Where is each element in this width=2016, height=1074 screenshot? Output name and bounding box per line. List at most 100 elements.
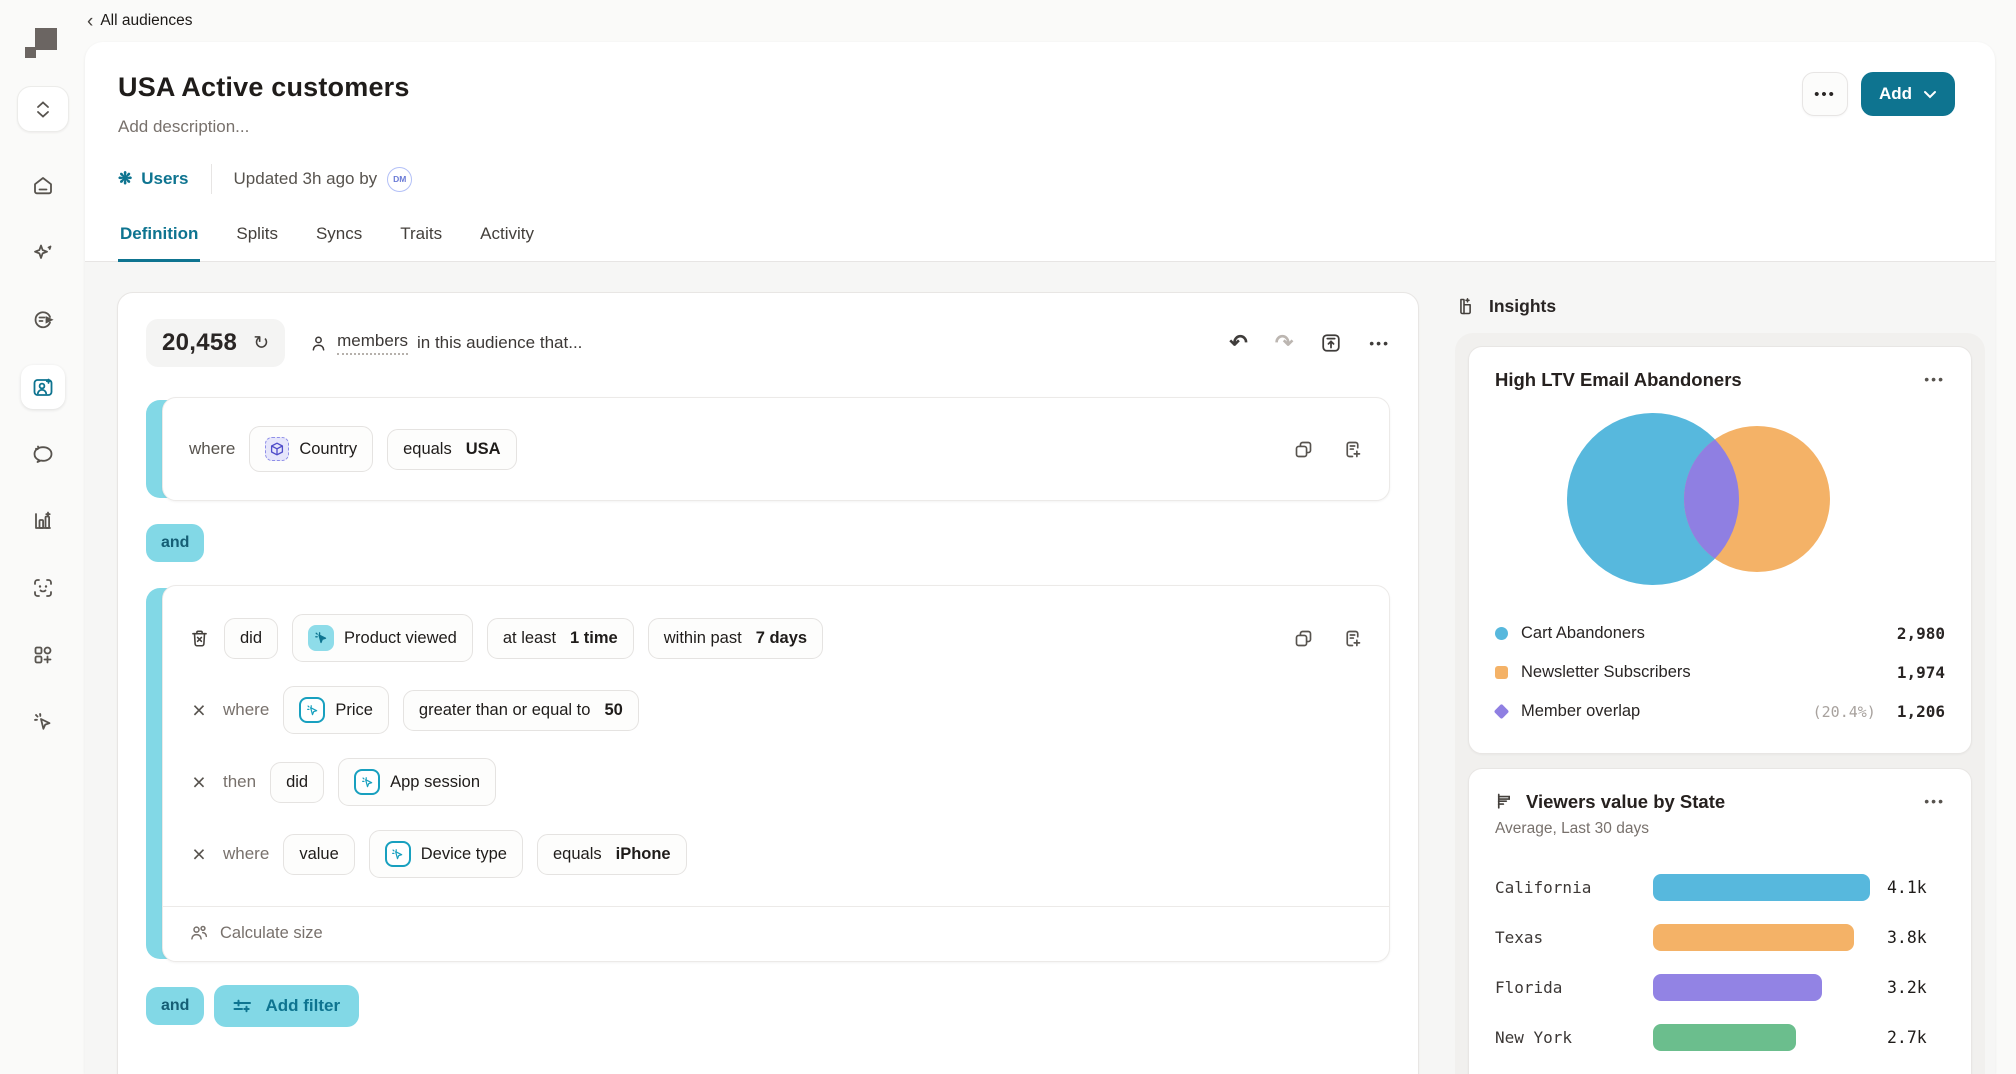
sidebar-item-conversations[interactable] xyxy=(21,432,65,476)
operator-value: iPhone xyxy=(616,845,671,864)
insights-header: Insights xyxy=(1455,292,1985,333)
bar-row: Florida 3.2k xyxy=(1495,974,1945,1001)
tab-splits[interactable]: Splits xyxy=(234,218,280,262)
event-property-icon xyxy=(299,697,325,723)
sidebar-item-audiences[interactable] xyxy=(21,365,65,409)
chevron-up-icon xyxy=(36,101,50,109)
operator-label: equals xyxy=(403,440,452,459)
did-chip[interactable]: did xyxy=(270,762,324,803)
people-icon xyxy=(189,923,209,943)
builder-more-icon[interactable]: ••• xyxy=(1369,335,1390,351)
calculate-size-button[interactable]: Calculate size xyxy=(163,906,1389,961)
remove-condition-icon[interactable]: × xyxy=(189,699,209,722)
add-button[interactable]: Add xyxy=(1861,72,1955,116)
tab-definition[interactable]: Definition xyxy=(118,218,200,262)
property-chip-label: Country xyxy=(299,440,357,459)
sidebar-item-catalog[interactable] xyxy=(21,633,65,677)
more-options-button[interactable]: ••• xyxy=(1802,72,1848,116)
event-property-icon xyxy=(385,841,411,867)
workspace-switcher[interactable] xyxy=(17,86,69,132)
horizontal-bar-chart-icon xyxy=(1495,792,1515,812)
tab-syncs[interactable]: Syncs xyxy=(314,218,364,262)
builder-header: 20,458 ↻ members in this audience that..… xyxy=(146,319,1390,367)
divider xyxy=(211,164,212,194)
bar-chart: California 4.1k Texas 3.8k Florida xyxy=(1495,874,1945,1051)
remove-condition-icon[interactable]: × xyxy=(189,843,209,866)
tab-traits[interactable]: Traits xyxy=(398,218,444,262)
insight-card-venn: High LTV Email Abandoners ••• Cart Aband… xyxy=(1468,346,1972,754)
operator-chip-equals-usa[interactable]: equals USA xyxy=(387,429,516,470)
property-chip-country[interactable]: Country xyxy=(249,426,373,472)
legend-marker-diamond xyxy=(1494,704,1510,720)
builder-sentence: members in this audience that... xyxy=(309,331,582,355)
frequency-value: 1 time xyxy=(570,629,618,648)
chevron-down-icon xyxy=(1923,90,1937,99)
undo-icon[interactable]: ↶ xyxy=(1229,330,1247,356)
updated-text: Updated 3h ago by xyxy=(234,169,378,189)
redo-icon[interactable]: ↷ xyxy=(1275,330,1293,356)
and-connector[interactable]: and xyxy=(146,987,204,1025)
property-chip-device-type[interactable]: Device type xyxy=(369,830,523,878)
save-icon[interactable] xyxy=(1320,332,1342,354)
sidebar-item-analytics[interactable] xyxy=(21,499,65,543)
delete-icon[interactable] xyxy=(189,628,210,649)
sidebar-item-ai-assistant[interactable] xyxy=(21,231,65,275)
bar-card-subtitle: Average, Last 30 days xyxy=(1495,820,1945,838)
back-link-label: All audiences xyxy=(100,12,192,30)
property-chip-price[interactable]: Price xyxy=(283,686,389,734)
remove-condition-icon[interactable]: × xyxy=(189,771,209,794)
back-to-all-audiences-link[interactable]: ‹ All audiences xyxy=(87,12,193,31)
keyword-where: where xyxy=(189,439,235,459)
bar-value: 4.1k xyxy=(1887,878,1945,897)
sidebar-item-personas[interactable] xyxy=(21,298,65,342)
filter-icon xyxy=(233,998,252,1014)
sidebar-item-identity-scan[interactable] xyxy=(21,566,65,610)
snowflake-icon: ❋ xyxy=(118,169,132,189)
sentence-suffix: in this audience that... xyxy=(417,333,582,353)
add-note-icon[interactable] xyxy=(1342,628,1363,649)
avatar[interactable]: DM xyxy=(387,167,412,192)
card-more-icon[interactable]: ••• xyxy=(1924,791,1945,809)
sidebar-item-journeys[interactable] xyxy=(21,700,65,744)
time-window-chip[interactable]: within past 7 days xyxy=(648,618,823,659)
refresh-icon[interactable]: ↻ xyxy=(253,332,269,355)
did-chip[interactable]: did xyxy=(224,618,278,659)
operator-chip-gte-50[interactable]: greater than or equal to 50 xyxy=(403,690,639,731)
and-connector[interactable]: and xyxy=(146,524,204,562)
operator-chip-equals-iphone[interactable]: equals iPhone xyxy=(537,834,687,875)
group-row-app-session: × then did App session xyxy=(163,758,1389,806)
event-chip-app-session[interactable]: App session xyxy=(338,758,496,806)
add-filter-button[interactable]: Add filter xyxy=(214,985,359,1027)
meta-row: ❋ Users Updated 3h ago by DM xyxy=(118,164,412,194)
bar-category: Florida xyxy=(1495,978,1653,997)
legend-value: 2,980 xyxy=(1897,624,1945,643)
add-filter-label: Add filter xyxy=(265,996,340,1016)
description-placeholder[interactable]: Add description... xyxy=(118,117,412,137)
event-chip-product-viewed[interactable]: Product viewed xyxy=(292,614,473,662)
duplicate-icon[interactable] xyxy=(1293,628,1314,649)
venn-legend: Cart Abandoners 2,980 Newsletter Subscri… xyxy=(1495,614,1945,731)
builder-footer: and Add filter xyxy=(146,962,1390,1027)
tab-bar: Definition Splits Syncs Traits Activity xyxy=(85,218,1995,262)
tab-activity[interactable]: Activity xyxy=(478,218,536,262)
group-row-price: × where Price greater than or equal to 5 xyxy=(163,686,1389,734)
frequency-label: at least xyxy=(503,629,556,648)
insights-container: High LTV Email Abandoners ••• Cart Aband… xyxy=(1455,333,1985,1074)
group-row-event: did Product viewed at least 1 time xyxy=(163,614,1389,662)
legend-value: 1,206 xyxy=(1897,702,1945,721)
value-chip[interactable]: value xyxy=(283,834,354,875)
add-note-icon[interactable] xyxy=(1342,439,1363,460)
card-more-icon[interactable]: ••• xyxy=(1924,369,1945,387)
entity-type-users[interactable]: ❋ Users xyxy=(118,169,189,189)
main-column: ‹ All audiences USA Active customers Add… xyxy=(85,0,2016,1074)
sidebar-item-home[interactable] xyxy=(21,164,65,208)
legend-marker-circle xyxy=(1495,627,1508,640)
duplicate-icon[interactable] xyxy=(1293,439,1314,460)
legend-value: 1,974 xyxy=(1897,663,1945,682)
members-selector[interactable]: members xyxy=(337,331,408,355)
bar-category: California xyxy=(1495,878,1653,897)
insights-rail: Insights High LTV Email Abandoners ••• xyxy=(1455,292,1985,1074)
keyword-where: where xyxy=(223,700,269,720)
group-row-device-type: × where value Device type equals xyxy=(163,830,1389,878)
frequency-chip[interactable]: at least 1 time xyxy=(487,618,634,659)
